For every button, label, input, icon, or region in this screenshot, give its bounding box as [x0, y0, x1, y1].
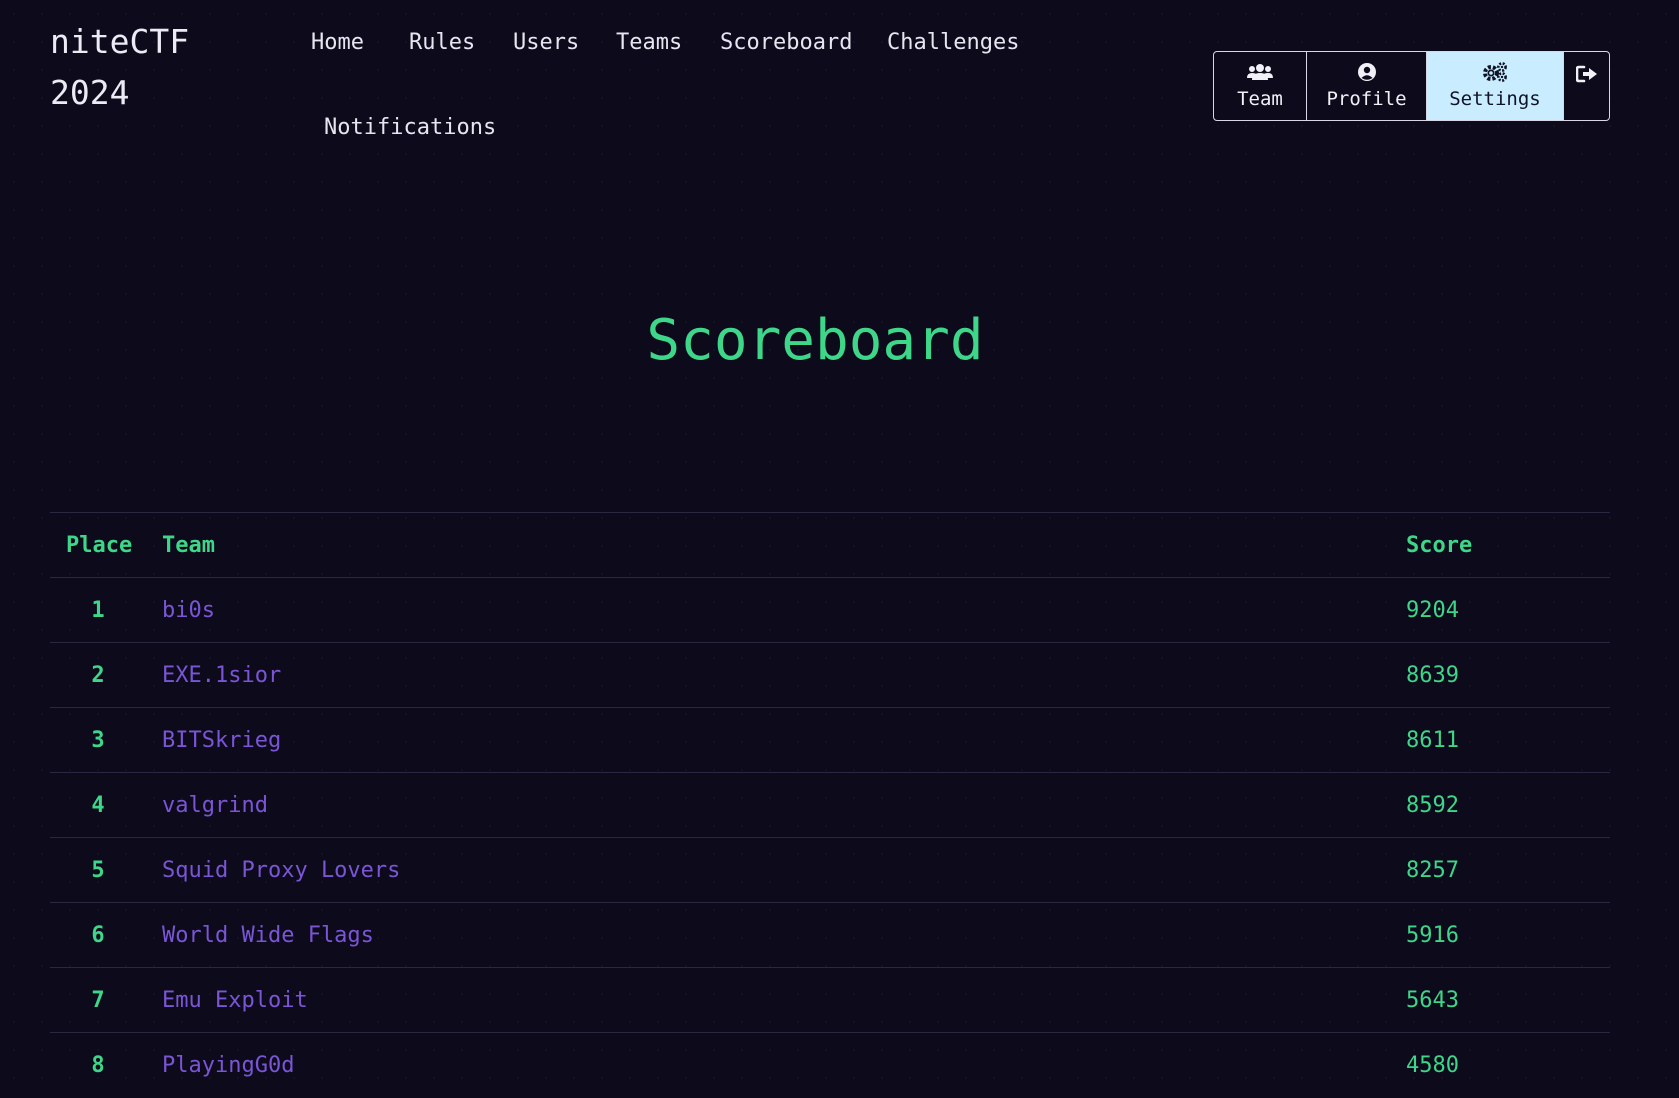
brand-logo[interactable]: niteCTF 2024 — [50, 16, 230, 118]
profile-button[interactable]: Profile — [1307, 52, 1427, 120]
cogs-icon — [1482, 62, 1508, 82]
user-menu: Team Profile Settings — [1213, 51, 1610, 121]
settings-button-label: Settings — [1449, 88, 1541, 110]
brand-year: 2024 — [50, 73, 130, 112]
row-team-link[interactable]: BITSkrieg — [162, 708, 281, 773]
row-team-link[interactable]: valgrind — [162, 773, 268, 838]
table-row: 3 BITSkrieg 8611 — [50, 707, 1610, 772]
row-score: 8592 — [1406, 793, 1459, 818]
row-team-link[interactable]: EXE.1sior — [162, 643, 281, 708]
row-place: 4 — [91, 793, 105, 818]
nav-users[interactable]: Users — [513, 28, 579, 58]
row-team-link[interactable]: World Wide Flags — [162, 903, 374, 968]
row-place: 7 — [91, 988, 105, 1013]
row-team-link[interactable]: Squid Proxy Lovers — [162, 838, 400, 903]
table-row: 2 EXE.1sior 8639 — [50, 642, 1610, 707]
row-team-link[interactable]: PlayingG0d — [162, 1033, 294, 1098]
logout-button[interactable] — [1564, 52, 1609, 120]
nav-notifications[interactable]: Notifications — [324, 113, 496, 143]
sign-out-icon — [1575, 64, 1598, 84]
row-place: 8 — [91, 1053, 105, 1078]
row-score: 8257 — [1406, 858, 1459, 883]
user-circle-icon — [1357, 62, 1377, 82]
header-score: Score — [1406, 533, 1473, 558]
row-team-link[interactable]: Emu Exploit — [162, 968, 308, 1033]
table-row: 1 bi0s 9204 — [50, 577, 1610, 642]
page-title: Scoreboard — [646, 308, 984, 373]
settings-button[interactable]: Settings — [1427, 52, 1564, 120]
table-header-row: Place Team Score — [50, 512, 1610, 577]
table-row: 8 PlayingG0d 4580 — [50, 1032, 1610, 1097]
nav-scoreboard[interactable]: Scoreboard — [720, 28, 852, 58]
nav-home[interactable]: Home — [311, 28, 364, 58]
row-score: 8611 — [1406, 728, 1459, 753]
row-place: 3 — [91, 728, 105, 753]
table-row: 7 Emu Exploit 5643 — [50, 967, 1610, 1032]
row-score: 5643 — [1406, 988, 1459, 1013]
nav-rules[interactable]: Rules — [409, 28, 475, 58]
brand-name: niteCTF — [50, 22, 190, 61]
table-row: 4 valgrind 8592 — [50, 772, 1610, 837]
header-team: Team — [162, 533, 215, 558]
team-button-label: Team — [1237, 88, 1283, 110]
row-place: 5 — [91, 858, 105, 883]
nav-teams[interactable]: Teams — [616, 28, 682, 58]
row-score: 8639 — [1406, 663, 1459, 688]
nav-challenges[interactable]: Challenges — [887, 28, 1019, 58]
team-button[interactable]: Team — [1214, 52, 1307, 120]
row-team-link[interactable]: bi0s — [162, 578, 215, 643]
row-place: 1 — [91, 598, 105, 623]
row-place: 2 — [91, 663, 105, 688]
header-place: Place — [66, 533, 133, 558]
row-score: 9204 — [1406, 598, 1459, 623]
row-place: 6 — [91, 923, 105, 948]
profile-button-label: Profile — [1326, 88, 1407, 110]
row-score: 4580 — [1406, 1053, 1459, 1078]
row-score: 5916 — [1406, 923, 1459, 948]
users-icon — [1247, 62, 1273, 82]
table-row: 5 Squid Proxy Lovers 8257 — [50, 837, 1610, 902]
scoreboard-table: Place Team Score 1 bi0s 9204 2 EXE.1sior… — [50, 512, 1610, 1097]
table-row: 6 World Wide Flags 5916 — [50, 902, 1610, 967]
